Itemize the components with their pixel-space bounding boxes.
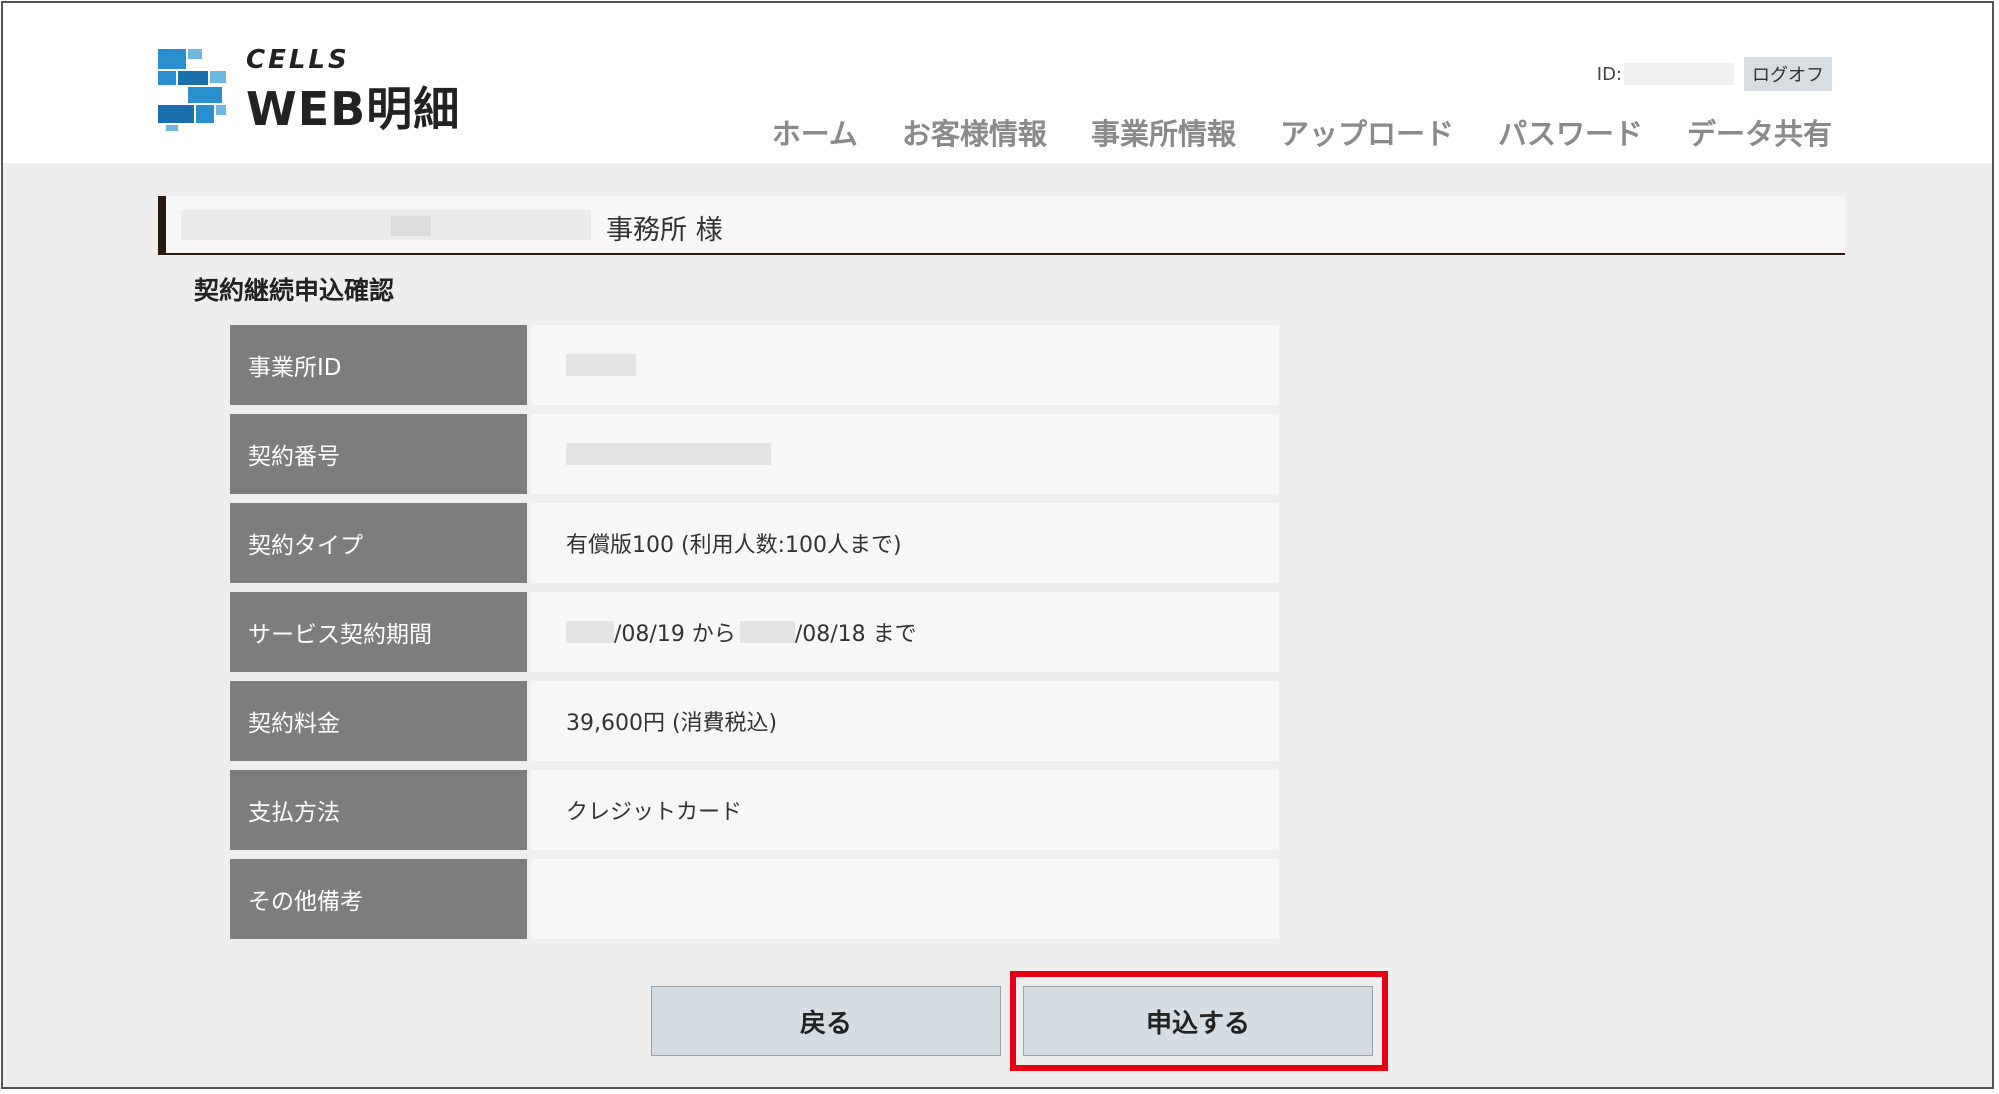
user-id-value bbox=[1624, 63, 1734, 85]
contract-info-table: 事業所ID 契約番号 契約タイプ 有償版100 (利用人数:100人まで) サー… bbox=[230, 325, 1280, 948]
page-title: 契約継続申込確認 bbox=[194, 276, 395, 305]
logo-cells-text: CELLS bbox=[246, 45, 350, 75]
office-name-redacted bbox=[181, 210, 591, 240]
contract-number-value bbox=[531, 414, 1279, 494]
table-row: その他備考 bbox=[230, 859, 1280, 939]
redacted-year bbox=[566, 621, 614, 643]
nav-password[interactable]: パスワード bbox=[1498, 111, 1643, 153]
row-label: 支払方法 bbox=[230, 770, 527, 850]
redacted-year bbox=[739, 621, 795, 643]
nav-home[interactable]: ホーム bbox=[772, 111, 858, 153]
contract-fee-value: 39,600円 (消費税込) bbox=[531, 681, 1279, 761]
cells-web-logo[interactable]: CELLS WEB明細 bbox=[158, 45, 478, 136]
contract-type-value: 有償版100 (利用人数:100人まで) bbox=[531, 503, 1279, 583]
contract-period-value: /08/19 から /08/18 まで bbox=[531, 592, 1279, 672]
action-buttons: 戻る 申込する bbox=[3, 986, 1992, 1056]
logo-mark-icon bbox=[158, 49, 226, 131]
row-label: 契約番号 bbox=[230, 414, 527, 494]
apply-button[interactable]: 申込する bbox=[1023, 986, 1373, 1056]
row-label: その他備考 bbox=[230, 859, 527, 939]
other-notes-value bbox=[531, 859, 1279, 939]
main-nav: ホーム お客様情報 事業所情報 アップロード パスワード データ共有 bbox=[772, 111, 1832, 153]
nav-office-info[interactable]: 事業所情報 bbox=[1091, 111, 1236, 153]
office-honorific: 事務所 様 bbox=[606, 215, 723, 246]
account-area: ID: ログオフ bbox=[1597, 57, 1832, 91]
table-row: 支払方法 クレジットカード bbox=[230, 770, 1280, 850]
back-button[interactable]: 戻る bbox=[651, 986, 1001, 1056]
user-id-label: ID: bbox=[1596, 63, 1622, 85]
payment-method-value: クレジットカード bbox=[531, 770, 1279, 850]
table-row: 契約タイプ 有償版100 (利用人数:100人まで) bbox=[230, 503, 1280, 583]
browser-frame: CELLS WEB明細 ID: ログオフ ホーム お客様情報 事業所情報 アップ… bbox=[1, 1, 1994, 1089]
period-end: /08/18 まで bbox=[794, 622, 917, 647]
row-label: 契約タイプ bbox=[230, 503, 527, 583]
table-row: 契約番号 bbox=[230, 414, 1280, 494]
table-row: 契約料金 39,600円 (消費税込) bbox=[230, 681, 1280, 761]
office-name-bar: 事務所 様 bbox=[158, 196, 1845, 255]
nav-customer-info[interactable]: お客様情報 bbox=[902, 111, 1047, 153]
nav-upload[interactable]: アップロード bbox=[1280, 111, 1454, 153]
row-label: 事業所ID bbox=[230, 325, 527, 405]
table-row: サービス契約期間 /08/19 から /08/18 まで bbox=[230, 592, 1280, 672]
row-label: サービス契約期間 bbox=[230, 592, 527, 672]
office-id-value bbox=[531, 325, 1279, 405]
row-label: 契約料金 bbox=[230, 681, 527, 761]
nav-data-share[interactable]: データ共有 bbox=[1687, 111, 1832, 153]
period-start: /08/19 から bbox=[614, 622, 736, 647]
logoff-button[interactable]: ログオフ bbox=[1744, 57, 1832, 91]
redacted-value bbox=[566, 443, 771, 465]
table-row: 事業所ID bbox=[230, 325, 1280, 405]
site-header: CELLS WEB明細 ID: ログオフ ホーム お客様情報 事業所情報 アップ… bbox=[3, 3, 1992, 163]
redacted-value bbox=[566, 354, 636, 376]
logo-main-text: WEB明細 bbox=[246, 82, 461, 136]
